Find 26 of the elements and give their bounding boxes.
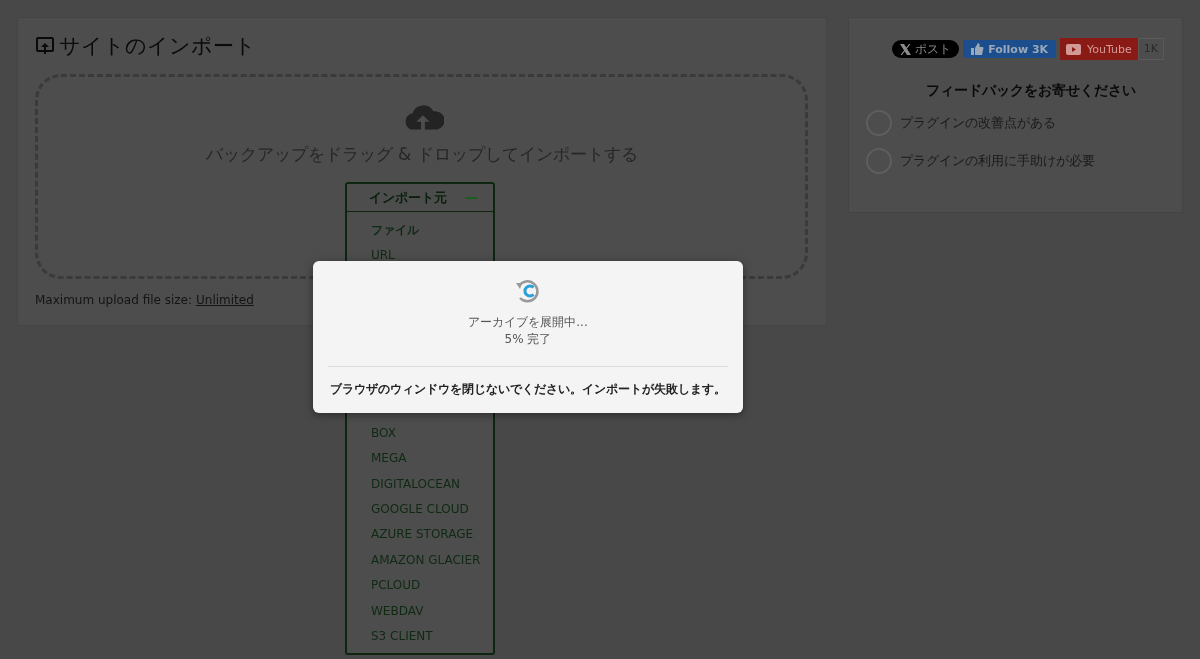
menu-item[interactable]: DIGITALOCEAN xyxy=(347,471,493,497)
menu-item[interactable]: S3 CLIENT xyxy=(347,623,493,650)
menu-item[interactable]: WEBDAV xyxy=(347,598,493,624)
x-logo-icon xyxy=(900,43,912,55)
menu-item[interactable]: AMAZON GLACIER xyxy=(347,547,493,574)
upload-icon xyxy=(35,36,55,56)
menu-item[interactable]: GOOGLE CLOUD xyxy=(347,496,493,523)
progress-text: 5% 完了 xyxy=(504,331,552,348)
thumbs-up-icon xyxy=(971,43,985,55)
menu-header[interactable]: インポート元 xyxy=(347,184,493,212)
loading-spinner-icon xyxy=(515,278,541,304)
menu-item[interactable]: PCLOUD xyxy=(347,573,493,599)
feedback-heading: フィードバックをお寄せください xyxy=(925,82,1138,100)
page-title: サイトのインポート xyxy=(59,33,256,60)
menu-item[interactable]: ファイル xyxy=(347,218,493,244)
menu-item[interactable]: AZURE STORAGE xyxy=(347,522,493,548)
warning-text: ブラウザのウィンドウを閉じないでください。インポートが失敗します。 xyxy=(330,381,726,398)
menu-item[interactable]: BOX xyxy=(347,420,493,447)
follow-button[interactable]: Follow 3K xyxy=(963,40,1057,58)
upload-limit-label: Maximum upload file size: xyxy=(35,293,193,307)
menu-item[interactable]: MEGA xyxy=(347,446,493,472)
play-icon xyxy=(1066,43,1082,55)
status-text: アーカイブを展開中... xyxy=(468,314,588,331)
upload-limit-link[interactable]: Unlimited xyxy=(196,293,254,307)
post-button[interactable]: ポスト xyxy=(892,40,960,58)
youtube-button[interactable]: YouTube xyxy=(1060,38,1138,60)
